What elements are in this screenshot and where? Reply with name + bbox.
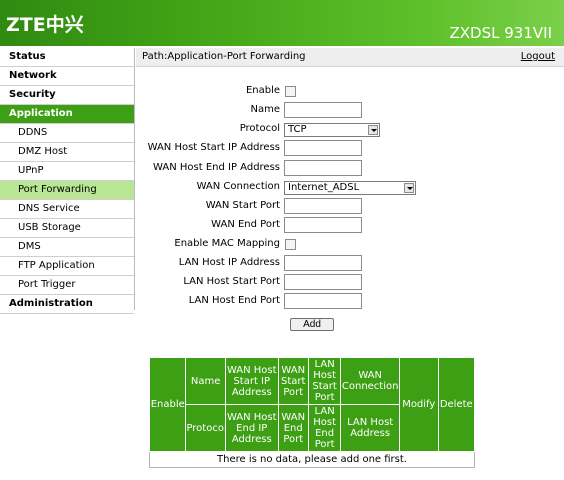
wan-connection-label: WAN Connection	[196, 181, 280, 192]
sidebar-item-dms[interactable]: DMS	[0, 238, 134, 257]
wan-end-port-label: WAN End Port	[211, 219, 280, 230]
sidebar-item-dns-service[interactable]: DNS Service	[0, 200, 134, 219]
enable-checkbox[interactable]	[285, 86, 296, 97]
enable-mac-mapping-label: Enable MAC Mapping	[174, 238, 280, 249]
sidebar-item-administration[interactable]: Administration	[0, 295, 134, 314]
header-modify: Modify	[399, 357, 439, 452]
protocol-label: Protocol	[239, 123, 280, 134]
wan-end-port-input[interactable]	[284, 217, 362, 233]
header-wan-connection: WAN Connection	[340, 357, 401, 405]
header-lan-host-end-port: LAN Host End Port	[307, 404, 342, 452]
chevron-down-icon[interactable]	[404, 183, 414, 193]
lan-host-end-port-label: LAN Host End Port	[188, 295, 280, 306]
wan-connection-value: Internet_ADSL	[288, 182, 360, 193]
sidebar-item-network[interactable]: Network	[0, 67, 134, 86]
header-wan-start-port: WAN Start Port	[277, 357, 309, 405]
add-button[interactable]: Add	[290, 318, 334, 331]
sidebar-item-application[interactable]: Application	[0, 105, 134, 124]
enable-mac-mapping-checkbox[interactable]	[285, 239, 296, 250]
breadcrumb-bar: Path:Application-Port Forwarding Logout	[136, 48, 564, 67]
enable-label: Enable	[245, 85, 280, 96]
name-label: Name	[250, 104, 280, 115]
device-model: ZXDSL 931VII	[449, 24, 553, 42]
wan-start-port-input[interactable]	[284, 198, 362, 214]
name-input[interactable]	[284, 102, 362, 118]
lan-host-start-port-input[interactable]	[284, 274, 362, 290]
header-delete: Delete	[437, 357, 475, 452]
protocol-select[interactable]: TCP	[284, 123, 380, 137]
header-wan-host-end-ip: WAN Host End IP Address	[224, 404, 279, 452]
header-lan-host-address: LAN Host Address	[340, 404, 401, 452]
sidebar-item-ftp-application[interactable]: FTP Application	[0, 257, 134, 276]
header-wan-host-start-ip: WAN Host Start IP Address	[224, 357, 279, 405]
sidebar-item-status[interactable]: Status	[0, 48, 134, 67]
wan-host-end-ip-label: WAN Host End IP Address	[153, 162, 280, 173]
protocol-value: TCP	[288, 124, 307, 135]
lan-host-ip-input[interactable]	[284, 255, 362, 271]
sidebar: Status Network Security Application DDNS…	[0, 48, 134, 314]
header-banner: ZTE中兴 ZXDSL 931VII	[0, 0, 564, 46]
header-name: Name	[185, 357, 226, 405]
breadcrumb: Path:Application-Port Forwarding	[142, 51, 306, 62]
wan-host-start-ip-label: WAN Host Start IP Address	[147, 142, 280, 153]
header-enable: Enable	[148, 357, 187, 452]
port-forwarding-table: Enable Name WAN Host Start IP Address WA…	[148, 357, 475, 468]
wan-host-end-ip-input[interactable]	[284, 160, 362, 176]
sidebar-item-port-forwarding[interactable]: Port Forwarding	[0, 181, 134, 200]
zte-logo: ZTE中兴	[6, 14, 84, 36]
wan-connection-select[interactable]: Internet_ADSL	[284, 181, 416, 195]
sidebar-item-port-trigger[interactable]: Port Trigger	[0, 276, 134, 295]
sidebar-item-upnp[interactable]: UPnP	[0, 162, 134, 181]
empty-table-message: There is no data, please add one first.	[149, 451, 475, 468]
wan-host-start-ip-input[interactable]	[284, 140, 362, 156]
lan-host-start-port-label: LAN Host Start Port	[183, 276, 280, 287]
logout-link[interactable]: Logout	[521, 48, 555, 66]
sidebar-item-ddns[interactable]: DDNS	[0, 124, 134, 143]
sidebar-divider	[134, 48, 135, 310]
sidebar-item-security[interactable]: Security	[0, 86, 134, 105]
chevron-down-icon[interactable]	[368, 125, 378, 135]
wan-start-port-label: WAN Start Port	[205, 200, 280, 211]
sidebar-item-dmz-host[interactable]: DMZ Host	[0, 143, 134, 162]
lan-host-end-port-input[interactable]	[284, 293, 362, 309]
header-wan-end-port: WAN End Port	[277, 404, 309, 452]
header-protocol: Protocol	[185, 404, 227, 452]
header-lan-host-start-port: LAN Host Start Port	[307, 357, 342, 405]
lan-host-ip-label: LAN Host IP Address	[178, 257, 280, 268]
sidebar-item-usb-storage[interactable]: USB Storage	[0, 219, 134, 238]
